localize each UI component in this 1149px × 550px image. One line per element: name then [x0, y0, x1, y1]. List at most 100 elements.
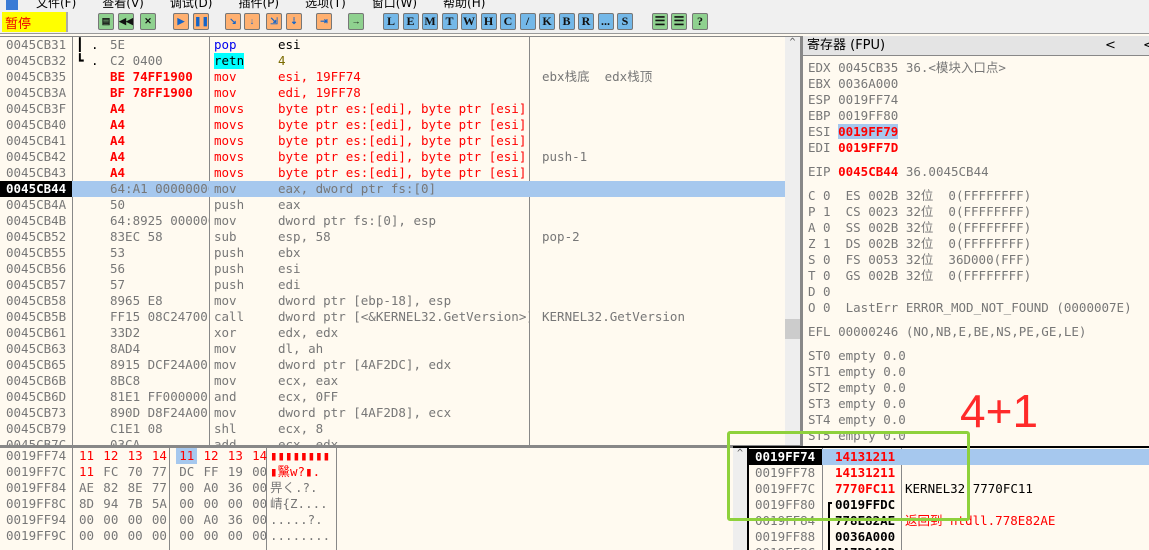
hex-byte[interactable]: 00: [204, 496, 219, 512]
toolbar-H-button[interactable]: H: [480, 13, 497, 30]
disasm-row[interactable]: 0045CB56 56 push esi: [0, 261, 800, 277]
disasm-row[interactable]: 0045CB40 A4 movs byte ptr es:[edi], byte pt…: [0, 117, 800, 133]
registers-nav-right[interactable]: <: [1143, 36, 1149, 56]
menu-item[interactable]: 查看(V): [102, 0, 144, 10]
close-button[interactable]: ✕: [140, 13, 156, 30]
hex-byte[interactable]: 14: [252, 448, 267, 464]
register-line[interactable]: ESI 0019FF79: [808, 124, 1149, 140]
toolbar-slash-button[interactable]: /: [519, 13, 536, 30]
disasm-scrollbar[interactable]: ^: [785, 37, 800, 446]
hex-byte[interactable]: 8D: [79, 496, 94, 512]
dump-row[interactable]: 0019FF9C 00 00 00 00 00 00 00 00........: [0, 528, 733, 544]
hex-byte[interactable]: 00: [79, 512, 94, 528]
trace-over-button[interactable]: ⇣: [286, 13, 302, 30]
hex-byte[interactable]: 00: [252, 480, 267, 496]
dump-row[interactable]: 0019FF8C 8D 94 7B 5A 00 00 00 00 崝{Z....: [0, 496, 733, 512]
disassembly-pane[interactable]: 0045CB31 ┃ . 5E pop esi 0045CB32 ┗ . C2 0400 ret…: [0, 36, 800, 446]
menu-item[interactable]: 插件(P): [238, 0, 279, 10]
disasm-row[interactable]: 0045CB31 ┃ . 5E pop esi: [0, 37, 800, 53]
hex-byte[interactable]: 8E: [128, 480, 143, 496]
rewind-button[interactable]: ◀◀: [118, 13, 134, 30]
hex-byte[interactable]: 5A: [152, 496, 167, 512]
hex-byte[interactable]: 00: [252, 496, 267, 512]
register-line[interactable]: ST0 empty 0.0: [808, 348, 1149, 364]
disasm-row[interactable]: 0045CB65 8915 DCF24A00 mov dword ptr [4AF2D…: [0, 357, 800, 373]
hex-byte[interactable]: 00: [204, 528, 219, 544]
register-line[interactable]: EBP 0019FF80: [808, 108, 1149, 124]
dump-pane[interactable]: 0019FF74 11 12 13 14 11 12 13 14 ▮▮▮▮▮▮▮▮ 0019FF7C…: [0, 448, 733, 550]
menu-item[interactable]: 调试(D): [170, 0, 213, 10]
register-value[interactable]: 0045CB44: [838, 164, 898, 179]
toolbar-E-button[interactable]: E: [402, 13, 419, 30]
scroll-up-icon[interactable]: ^: [785, 37, 800, 48]
disasm-row[interactable]: 0045CB4A 50 push eax: [0, 197, 800, 213]
pause-button[interactable]: ❚❚: [193, 13, 209, 30]
execute-till-return-button[interactable]: ⇥: [316, 13, 332, 30]
hex-byte[interactable]: 7B: [128, 496, 143, 512]
hex-byte[interactable]: 12: [204, 448, 219, 464]
toolbar-T-button[interactable]: T: [441, 13, 458, 30]
disasm-row[interactable]: 0045CB52 83EC 58 sub esp, 58 pop-2: [0, 229, 800, 245]
trace-into-button[interactable]: ⇲: [266, 13, 282, 30]
register-line[interactable]: EBX 0036A000: [808, 76, 1149, 92]
register-line[interactable]: T 0 GS 002B 32位 0(FFFFFFFF): [808, 268, 1149, 284]
hex-byte[interactable]: DC: [179, 464, 194, 480]
toolbar-K-button[interactable]: K: [539, 13, 555, 30]
disasm-row[interactable]: 0045CB6D 81E1 FF000000 and ecx, 0FF: [0, 389, 800, 405]
hex-byte[interactable]: 36: [228, 512, 243, 528]
step-over-button[interactable]: ↓: [244, 13, 260, 30]
hex-byte[interactable]: A0: [204, 480, 219, 496]
register-line[interactable]: S 0 FS 0053 32位 36D000(FFF): [808, 252, 1149, 268]
dump-row[interactable]: 0019FF74 11 12 13 14 11 12 13 14 ▮▮▮▮▮▮▮▮: [0, 448, 733, 464]
hex-byte[interactable]: 00: [252, 512, 267, 528]
disasm-row[interactable]: 0045CB6B 8BC8 mov ecx, eax: [0, 373, 800, 389]
hex-byte[interactable]: AE: [79, 480, 94, 496]
disasm-row[interactable]: 0045CB73 890D D8F24A00 mov dword ptr [4AF2D…: [0, 405, 800, 421]
hex-byte[interactable]: 19: [228, 464, 243, 480]
hex-byte[interactable]: 00: [179, 512, 194, 528]
hex-byte[interactable]: 36: [228, 480, 243, 496]
disasm-row[interactable]: 0045CB32 ┗ . C2 0400 retn 4: [0, 53, 800, 69]
dump-row[interactable]: 0019FF94 00 00 00 00 00 A0 36 00.....?.: [0, 512, 733, 528]
disasm-row[interactable]: 0045CB79 C1E1 08 shl ecx, 8: [0, 421, 800, 437]
disasm-row[interactable]: 0045CB41 A4 movs byte ptr es:[edi], byte pt…: [0, 133, 800, 149]
goto-button[interactable]: →: [348, 13, 364, 30]
hex-byte[interactable]: 11: [79, 464, 94, 480]
scroll-thumb[interactable]: [785, 319, 800, 339]
hex-byte[interactable]: 00: [128, 528, 143, 544]
disasm-row[interactable]: 0045CB4B 64:8925 00000000 mov dword ptr fs:…: [0, 213, 800, 229]
hex-byte[interactable]: 12: [103, 448, 118, 464]
hex-byte[interactable]: FC: [103, 464, 118, 480]
register-line[interactable]: EFL 00000246 (NO,NB,E,BE,NS,PE,GE,LE): [808, 324, 1149, 340]
disasm-row[interactable]: 0045CB35 BE 74FF1900 mov esi, 19FF74 ebx栈底 e…: [0, 69, 800, 85]
hex-byte[interactable]: 00: [228, 496, 243, 512]
register-line[interactable]: EIP 0045CB44 36.0045CB44: [808, 164, 1149, 180]
disasm-row[interactable]: 0045CB42 A4 movs byte ptr es:[edi], byte pt…: [0, 149, 800, 165]
menu-item[interactable]: 选项(T): [305, 0, 346, 10]
disasm-row[interactable]: 0045CB61 33D2 xor edx, edx: [0, 325, 800, 341]
register-value[interactable]: 0019FF7D: [838, 140, 898, 155]
hex-byte[interactable]: 00: [179, 528, 194, 544]
toolbar-R-button[interactable]: R: [578, 13, 594, 30]
hex-byte[interactable]: 00: [103, 528, 118, 544]
menu-item[interactable]: 文件(F): [36, 0, 76, 10]
hex-byte[interactable]: 94: [103, 496, 118, 512]
hex-byte[interactable]: 00: [103, 512, 118, 528]
hex-byte[interactable]: A0: [204, 512, 219, 528]
disasm-row[interactable]: 0045CB5B FF15 08C24700 call dword ptr [<&KE…: [0, 309, 800, 325]
toolbar-more-button[interactable]: ...: [597, 13, 614, 30]
hex-byte[interactable]: 00: [252, 464, 267, 480]
disasm-row[interactable]: 0045CB57 57 push edi: [0, 277, 800, 293]
stack-row[interactable]: 0019FF8C 5A7B948D: [749, 545, 1149, 550]
registers-header[interactable]: 寄存器 (FPU) < <: [803, 36, 1149, 56]
hex-byte[interactable]: 82: [103, 480, 118, 496]
menu-item[interactable]: 窗口(W): [372, 0, 417, 10]
disasm-row[interactable]: 0045CB63 8AD4 mov dl, ah: [0, 341, 800, 357]
grid-icon[interactable]: ☰: [671, 13, 687, 30]
run-button[interactable]: ▶: [173, 13, 189, 30]
disasm-row[interactable]: 0045CB3F A4 movs byte ptr es:[edi], byte pt…: [0, 101, 800, 117]
hex-byte[interactable]: 00: [152, 512, 167, 528]
register-line[interactable]: EDX 0045CB35 36.<模块入口点>: [808, 60, 1149, 76]
hex-byte[interactable]: 70: [128, 464, 143, 480]
register-line[interactable]: Z 1 DS 002B 32位 0(FFFFFFFF): [808, 236, 1149, 252]
